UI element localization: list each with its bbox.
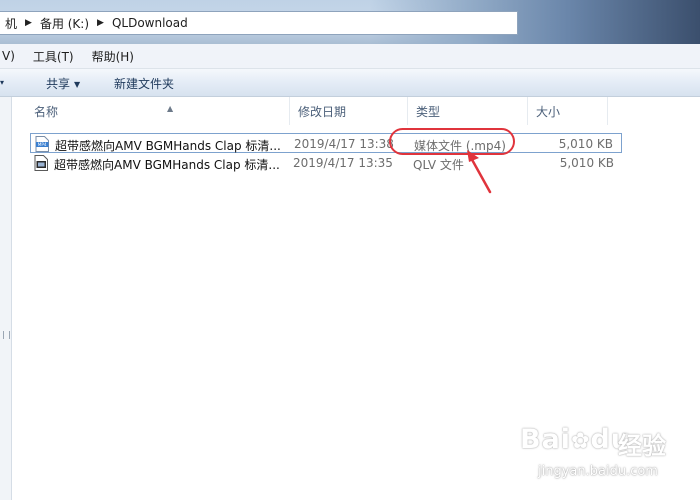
dropdown-caret-icon: ▼: [74, 80, 81, 89]
file-row-qlv[interactable]: 超带感燃向AMV BGMHands Clap 标清... 2019/4/17 1…: [30, 153, 622, 173]
dropdown-caret-icon: ▾: [0, 78, 5, 87]
splitter-handle-icon[interactable]: [3, 331, 10, 339]
column-header-type[interactable]: 类型: [408, 97, 528, 125]
breadcrumb-folder[interactable]: QLDownload: [107, 16, 193, 30]
file-date: 2019/4/17 13:38: [294, 137, 394, 151]
watermark-brand: Bai✿du: [520, 424, 632, 455]
column-header-name-label: 名称: [34, 105, 59, 119]
breadcrumb-drive[interactable]: 备用 (K:): [35, 15, 94, 32]
file-name: 超带感燃向AMV BGMHands Clap 标清...: [55, 139, 281, 153]
column-header-size[interactable]: 大小: [528, 97, 608, 125]
command-bar: ▾ 共享 ▼ 新建文件夹: [0, 69, 700, 97]
organize-button[interactable]: ▾: [0, 75, 4, 89]
file-row-mp4[interactable]: MP4 超带感燃向AMV BGMHands Clap 标清... 2019/4/…: [30, 133, 622, 153]
file-date: 2019/4/17 13:35: [293, 156, 393, 170]
watermark-url: jingyan.baidu.com: [538, 464, 658, 479]
mp4-file-icon: MP4: [35, 136, 49, 152]
file-name: 超带感燃向AMV BGMHands Clap 标清...: [54, 158, 280, 172]
paw-icon: ✿: [571, 429, 591, 454]
share-label: 共享: [46, 77, 71, 91]
column-header-type-label: 类型: [416, 105, 441, 119]
share-button[interactable]: 共享 ▼: [46, 75, 80, 92]
file-size: 5,010 KB: [558, 137, 613, 151]
column-header-name[interactable]: 名称 ▲: [26, 97, 290, 125]
menu-bar: V) 工具(T) 帮助(H): [0, 44, 700, 69]
annotation-arrow-icon: [467, 150, 492, 194]
menu-help[interactable]: 帮助(H): [92, 48, 134, 65]
baidu-jingyan-watermark: Bai✿du 经验 jingyan.baidu.com: [520, 418, 690, 492]
chevron-right-icon[interactable]: ▶: [94, 18, 107, 28]
svg-text:MP4: MP4: [38, 142, 47, 147]
column-header-row: 名称 ▲ 修改日期 类型 大小: [12, 97, 700, 125]
column-header-date-label: 修改日期: [298, 105, 347, 119]
column-header-date[interactable]: 修改日期: [290, 97, 408, 125]
new-folder-button[interactable]: 新建文件夹: [114, 75, 174, 92]
breadcrumb-computer[interactable]: 机: [0, 15, 22, 32]
file-size: 5,010 KB: [559, 156, 614, 170]
sort-ascending-icon: ▲: [167, 104, 174, 113]
qlv-file-icon: [34, 155, 48, 171]
address-bar-area: 机 ▶ 备用 (K:) ▶ QLDownload: [0, 0, 700, 44]
navigation-pane[interactable]: [0, 97, 12, 500]
chevron-right-icon[interactable]: ▶: [22, 18, 35, 28]
menu-tools[interactable]: 工具(T): [33, 48, 74, 65]
menu-view[interactable]: V): [2, 49, 15, 63]
column-header-size-label: 大小: [536, 105, 561, 119]
address-box[interactable]: 机 ▶ 备用 (K:) ▶ QLDownload: [0, 11, 518, 35]
file-type: QLV 文件: [413, 158, 464, 172]
watermark-suffix: 经验: [618, 432, 666, 460]
